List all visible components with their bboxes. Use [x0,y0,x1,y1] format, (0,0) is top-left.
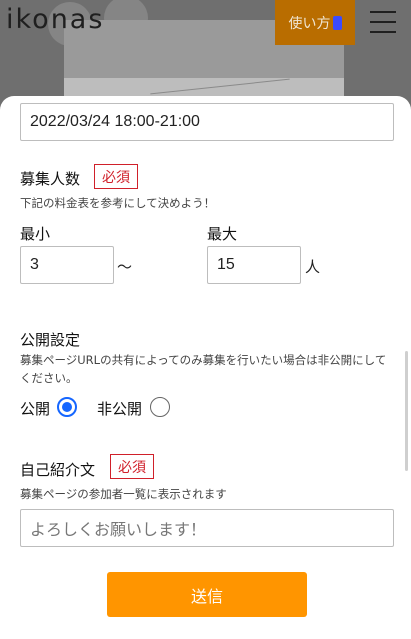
scrollbar[interactable] [405,351,408,471]
max-label: 最大 [207,225,238,243]
capacity-unit: 人 [305,258,321,276]
intro-textarea[interactable]: よろしくお願いします！ [20,509,394,547]
intro-required-badge: 必須 [110,454,154,479]
app-header: ikonas 使い方 [0,0,411,46]
recruit-form-sheet: 2022/03/24 18:00-21:00 募集人数 必須 下記の料金表を参考… [0,96,411,639]
intro-help-text: 募集ページの参加者一覧に表示されます [20,487,227,501]
min-label: 最小 [20,225,51,243]
how-to-use-button[interactable]: 使い方 [275,0,355,45]
hamburger-menu-icon[interactable] [370,10,396,34]
private-radio[interactable] [150,397,170,417]
how-to-use-label: 使い方 [288,15,331,32]
phone-icon [332,15,342,30]
visibility-help-text: 募集ページURLの共有によってのみ募集を行いたい場合は非公開にしてください。 [20,353,387,385]
capacity-required-badge: 必須 [94,164,138,189]
public-radio[interactable] [57,397,77,417]
private-label[interactable]: 非公開 [97,398,142,419]
min-capacity-input[interactable]: 3 [20,246,114,284]
ikonas-logo[interactable]: ikonas [6,4,104,35]
datetime-field[interactable]: 2022/03/24 18:00-21:00 [20,103,394,141]
visibility-title: 公開設定 [20,331,81,349]
capacity-help-text: 下記の料金表を参考にして決めよう！ [20,196,216,210]
range-separator: 〜 [117,258,133,276]
submit-button[interactable]: 送信 [107,572,307,617]
intro-title: 自己紹介文 [20,461,96,479]
max-capacity-input[interactable]: 15 [207,246,301,284]
capacity-title: 募集人数 [20,170,81,188]
public-label[interactable]: 公開 [20,398,50,419]
